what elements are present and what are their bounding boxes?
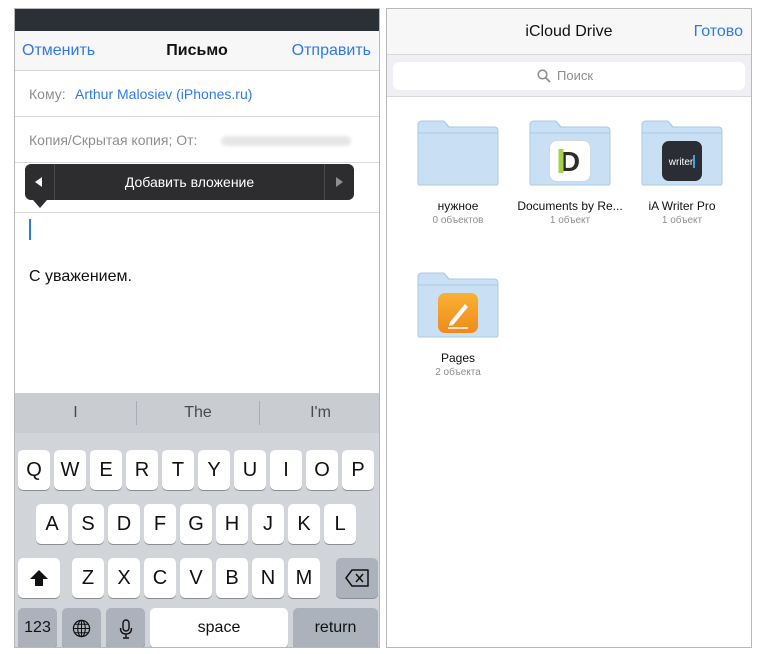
message-body[interactable]: С уважением. <box>29 268 132 286</box>
pen-icon <box>448 304 468 329</box>
shift-arrow-icon <box>30 570 48 586</box>
svg-text:writer: writer <box>668 157 694 168</box>
key-z[interactable]: Z <box>72 558 104 598</box>
to-field[interactable]: Кому: Arthur Malosiev (iPhones.ru) <box>15 71 379 117</box>
folder-count: 0 объектов <box>432 215 484 226</box>
pages-app-icon <box>438 293 478 333</box>
key-f[interactable]: F <box>144 504 176 544</box>
folder-count: 1 объект <box>661 215 703 226</box>
numbers-key[interactable]: 123 <box>18 608 57 647</box>
key-c[interactable]: C <box>144 558 176 598</box>
delete-key[interactable] <box>336 558 378 598</box>
key-t[interactable]: T <box>162 450 194 490</box>
to-label: Кому: <box>29 86 66 102</box>
cc-from-label: Копия/Скрытая копия; От: <box>29 132 198 148</box>
search-bar: Поиск <box>387 55 751 97</box>
suggestion-2[interactable]: The <box>137 393 259 433</box>
to-recipient[interactable]: Arthur Malosiev (iPhones.ru) <box>75 86 252 102</box>
space-key[interactable]: space <box>150 608 288 647</box>
documents-app-icon: D <box>550 141 590 181</box>
drive-nav-bar: iCloud Drive Готово <box>387 9 751 55</box>
globe-key[interactable] <box>62 608 101 647</box>
key-k[interactable]: K <box>288 504 320 544</box>
menu-next-button[interactable] <box>324 164 354 200</box>
triangle-left-icon <box>35 177 42 187</box>
key-x[interactable]: X <box>108 558 140 598</box>
folder-name: нужное <box>437 199 479 213</box>
text-cursor <box>29 219 31 240</box>
triangle-right-icon <box>336 177 343 187</box>
search-icon <box>537 69 551 83</box>
background-strip <box>15 9 379 31</box>
key-g[interactable]: G <box>180 504 212 544</box>
folder-icon <box>417 120 499 186</box>
return-key[interactable]: return <box>293 608 378 647</box>
documents-letter-d: D <box>558 146 580 177</box>
key-y[interactable]: Y <box>198 450 230 490</box>
key-i[interactable]: I <box>270 450 302 490</box>
search-input[interactable]: Поиск <box>393 62 745 90</box>
writer-logo: writer <box>668 155 695 168</box>
microphone-icon <box>119 619 132 639</box>
ia-writer-app-icon: writer <box>662 141 702 181</box>
icloud-drive-screen: iCloud Drive Готово Поиск нужное 0 объек… <box>386 8 752 648</box>
key-q[interactable]: Q <box>18 450 50 490</box>
key-a[interactable]: A <box>36 504 68 544</box>
done-button[interactable]: Готово <box>694 23 743 41</box>
dictation-key[interactable] <box>106 608 145 647</box>
key-d[interactable]: D <box>108 504 140 544</box>
key-r[interactable]: R <box>126 450 158 490</box>
menu-prev-button[interactable] <box>25 164 55 200</box>
key-b[interactable]: B <box>216 558 248 598</box>
folder-item[interactable]: D Documents by Re... 1 объект <box>515 119 625 239</box>
add-attachment-menu-item[interactable]: Добавить вложение <box>55 174 324 190</box>
suggestion-3[interactable]: I'm <box>260 393 379 433</box>
key-u[interactable]: U <box>234 450 266 490</box>
key-l[interactable]: L <box>324 504 356 544</box>
key-p[interactable]: P <box>342 450 374 490</box>
folder-name: Documents by Re... <box>517 199 623 213</box>
folder-item[interactable]: нужное 0 объектов <box>403 119 513 239</box>
key-m[interactable]: M <box>288 558 320 598</box>
send-button[interactable]: Отправить <box>292 42 371 60</box>
menu-pointer <box>33 200 47 208</box>
folder-item[interactable]: Pages 2 объекта <box>403 271 513 391</box>
globe-icon <box>72 619 91 638</box>
cc-from-field[interactable]: Копия/Скрытая копия; От: <box>15 117 379 163</box>
shift-key[interactable] <box>18 558 60 598</box>
folder-name: iA Writer Pro <box>648 199 716 213</box>
folder-name: Pages <box>440 351 476 365</box>
edit-menu-popup: Добавить вложение <box>25 164 354 200</box>
search-placeholder: Поиск <box>557 68 594 83</box>
mail-compose-screen: Отменить Письмо Отправить Кому: Arthur M… <box>14 8 380 648</box>
backspace-icon <box>345 569 369 587</box>
key-v[interactable]: V <box>180 558 212 598</box>
keyboard: I The I'm Q W E R T Y U I O P A S D F G … <box>15 393 379 647</box>
key-j[interactable]: J <box>252 504 284 544</box>
suggestion-1[interactable]: I <box>15 393 136 433</box>
folder-count: 2 объекта <box>435 367 481 378</box>
key-e[interactable]: E <box>90 450 122 490</box>
key-n[interactable]: N <box>252 558 284 598</box>
mail-nav-bar: Отменить Письмо Отправить <box>15 31 379 71</box>
predictive-bar: I The I'm <box>15 393 379 433</box>
key-w[interactable]: W <box>54 450 86 490</box>
folder-count: 1 объект <box>549 215 591 226</box>
from-address-blurred <box>221 136 351 146</box>
folder-item[interactable]: writer iA Writer Pro 1 объект <box>627 119 737 239</box>
key-s[interactable]: S <box>72 504 104 544</box>
key-o[interactable]: O <box>306 450 338 490</box>
key-h[interactable]: H <box>216 504 248 544</box>
